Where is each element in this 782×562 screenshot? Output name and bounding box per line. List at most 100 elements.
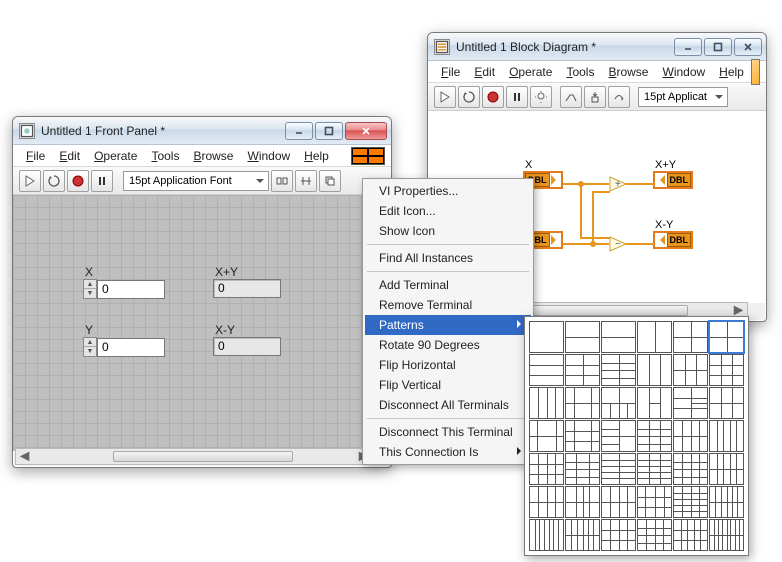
pattern-30[interactable]	[529, 486, 564, 518]
menu-item-flip-horizontal[interactable]: Flip Horizontal	[365, 355, 531, 375]
run-button[interactable]	[434, 86, 456, 108]
pattern-2[interactable]	[601, 321, 636, 353]
connector-pane[interactable]	[351, 147, 385, 165]
pattern-3[interactable]	[637, 321, 672, 353]
pattern-29[interactable]	[709, 453, 744, 485]
bd-close-button[interactable]	[734, 38, 762, 56]
pattern-40[interactable]	[673, 519, 708, 551]
reorder-button[interactable]	[319, 170, 341, 192]
pattern-27[interactable]	[637, 453, 672, 485]
pattern-12[interactable]	[529, 387, 564, 419]
fp-menu-operate[interactable]: Operate	[87, 147, 144, 165]
menu-item-vi-properties[interactable]: VI Properties...	[365, 181, 531, 201]
control-y-spinner[interactable]: ▲▼	[83, 337, 97, 357]
pattern-23[interactable]	[709, 420, 744, 452]
pattern-39[interactable]	[637, 519, 672, 551]
pattern-4[interactable]	[673, 321, 708, 353]
control-y-input[interactable]: 0	[97, 338, 165, 357]
bd-minimize-button[interactable]	[674, 38, 702, 56]
menu-item-disconnect-this-terminal[interactable]: Disconnect This Terminal	[365, 422, 531, 442]
pattern-13[interactable]	[565, 387, 600, 419]
pattern-9[interactable]	[637, 354, 672, 386]
pattern-6[interactable]	[529, 354, 564, 386]
pattern-5[interactable]	[709, 321, 744, 353]
fp-menu-tools[interactable]: Tools	[144, 147, 186, 165]
align-button[interactable]	[271, 170, 293, 192]
terminal-xmy[interactable]: X-Y DBL	[653, 219, 693, 249]
pattern-20[interactable]	[601, 420, 636, 452]
fp-maximize-button[interactable]	[315, 122, 343, 140]
abort-button[interactable]	[482, 86, 504, 108]
control-x-input[interactable]: 0	[97, 280, 165, 299]
fp-font-selector[interactable]: 15pt Application Font	[123, 171, 269, 191]
highlight-exec-button[interactable]	[530, 86, 552, 108]
pattern-32[interactable]	[601, 486, 636, 518]
pattern-21[interactable]	[637, 420, 672, 452]
pattern-26[interactable]	[601, 453, 636, 485]
pattern-41[interactable]	[709, 519, 744, 551]
menu-item-disconnect-all-terminals[interactable]: Disconnect All Terminals	[365, 395, 531, 415]
pattern-31[interactable]	[565, 486, 600, 518]
fp-minimize-button[interactable]	[285, 122, 313, 140]
run-button[interactable]	[19, 170, 41, 192]
retain-wire-button[interactable]	[560, 86, 582, 108]
fp-canvas[interactable]: X ▲▼ 0 Y ▲▼ 0 X+Y 0 X-Y 0	[13, 195, 391, 451]
menu-item-this-connection-is[interactable]: This Connection Is	[365, 442, 531, 462]
menu-item-find-all-instances[interactable]: Find All Instances	[365, 248, 531, 268]
pattern-10[interactable]	[673, 354, 708, 386]
fp-hscrollbar[interactable]: ◄►	[15, 448, 373, 465]
bd-vi-icon-glyph[interactable]	[751, 59, 760, 85]
pattern-24[interactable]	[529, 453, 564, 485]
pattern-28[interactable]	[673, 453, 708, 485]
bd-menu-tools[interactable]: Tools	[559, 63, 601, 81]
fp-menu-window[interactable]: Window	[240, 147, 297, 165]
menu-item-rotate-90-degrees[interactable]: Rotate 90 Degrees	[365, 335, 531, 355]
fp-menu-help[interactable]: Help	[297, 147, 336, 165]
bd-titlebar[interactable]: Untitled 1 Block Diagram *	[428, 33, 766, 61]
pattern-35[interactable]	[709, 486, 744, 518]
bd-menu-help[interactable]: Help	[712, 63, 751, 81]
pattern-16[interactable]	[673, 387, 708, 419]
fp-close-button[interactable]	[345, 122, 387, 140]
pattern-11[interactable]	[709, 354, 744, 386]
control-x-spinner[interactable]: ▲▼	[83, 279, 97, 299]
run-continuous-button[interactable]	[43, 170, 65, 192]
pause-button[interactable]	[506, 86, 528, 108]
bd-menu-window[interactable]: Window	[655, 63, 712, 81]
bd-maximize-button[interactable]	[704, 38, 732, 56]
pattern-22[interactable]	[673, 420, 708, 452]
bd-menu-operate[interactable]: Operate	[502, 63, 559, 81]
pattern-37[interactable]	[565, 519, 600, 551]
pattern-25[interactable]	[565, 453, 600, 485]
pattern-18[interactable]	[529, 420, 564, 452]
pattern-34[interactable]	[673, 486, 708, 518]
pattern-19[interactable]	[565, 420, 600, 452]
pattern-1[interactable]	[565, 321, 600, 353]
pause-button[interactable]	[91, 170, 113, 192]
step-over-button[interactable]	[608, 86, 630, 108]
fp-menu-edit[interactable]: Edit	[52, 147, 87, 165]
bd-menu-file[interactable]: File	[434, 63, 467, 81]
abort-button[interactable]	[67, 170, 89, 192]
pattern-7[interactable]	[565, 354, 600, 386]
distribute-button[interactable]	[295, 170, 317, 192]
terminal-xpy[interactable]: X+Y DBL	[653, 159, 693, 189]
pattern-0[interactable]	[529, 321, 564, 353]
menu-item-flip-vertical[interactable]: Flip Vertical	[365, 375, 531, 395]
bd-font-selector[interactable]: 15pt Applicat	[638, 87, 728, 107]
fp-titlebar[interactable]: Untitled 1 Front Panel *	[13, 117, 391, 145]
fp-menu-browse[interactable]: Browse	[186, 147, 240, 165]
menu-item-remove-terminal[interactable]: Remove Terminal	[365, 295, 531, 315]
pattern-8[interactable]	[601, 354, 636, 386]
menu-item-edit-icon[interactable]: Edit Icon...	[365, 201, 531, 221]
menu-item-add-terminal[interactable]: Add Terminal	[365, 275, 531, 295]
bd-menu-edit[interactable]: Edit	[467, 63, 502, 81]
pattern-33[interactable]	[637, 486, 672, 518]
pattern-15[interactable]	[637, 387, 672, 419]
pattern-36[interactable]	[529, 519, 564, 551]
menu-item-patterns[interactable]: Patterns	[365, 315, 531, 335]
bd-menu-browse[interactable]: Browse	[601, 63, 655, 81]
run-continuous-button[interactable]	[458, 86, 480, 108]
step-into-button[interactable]	[584, 86, 606, 108]
fp-menu-file[interactable]: File	[19, 147, 52, 165]
